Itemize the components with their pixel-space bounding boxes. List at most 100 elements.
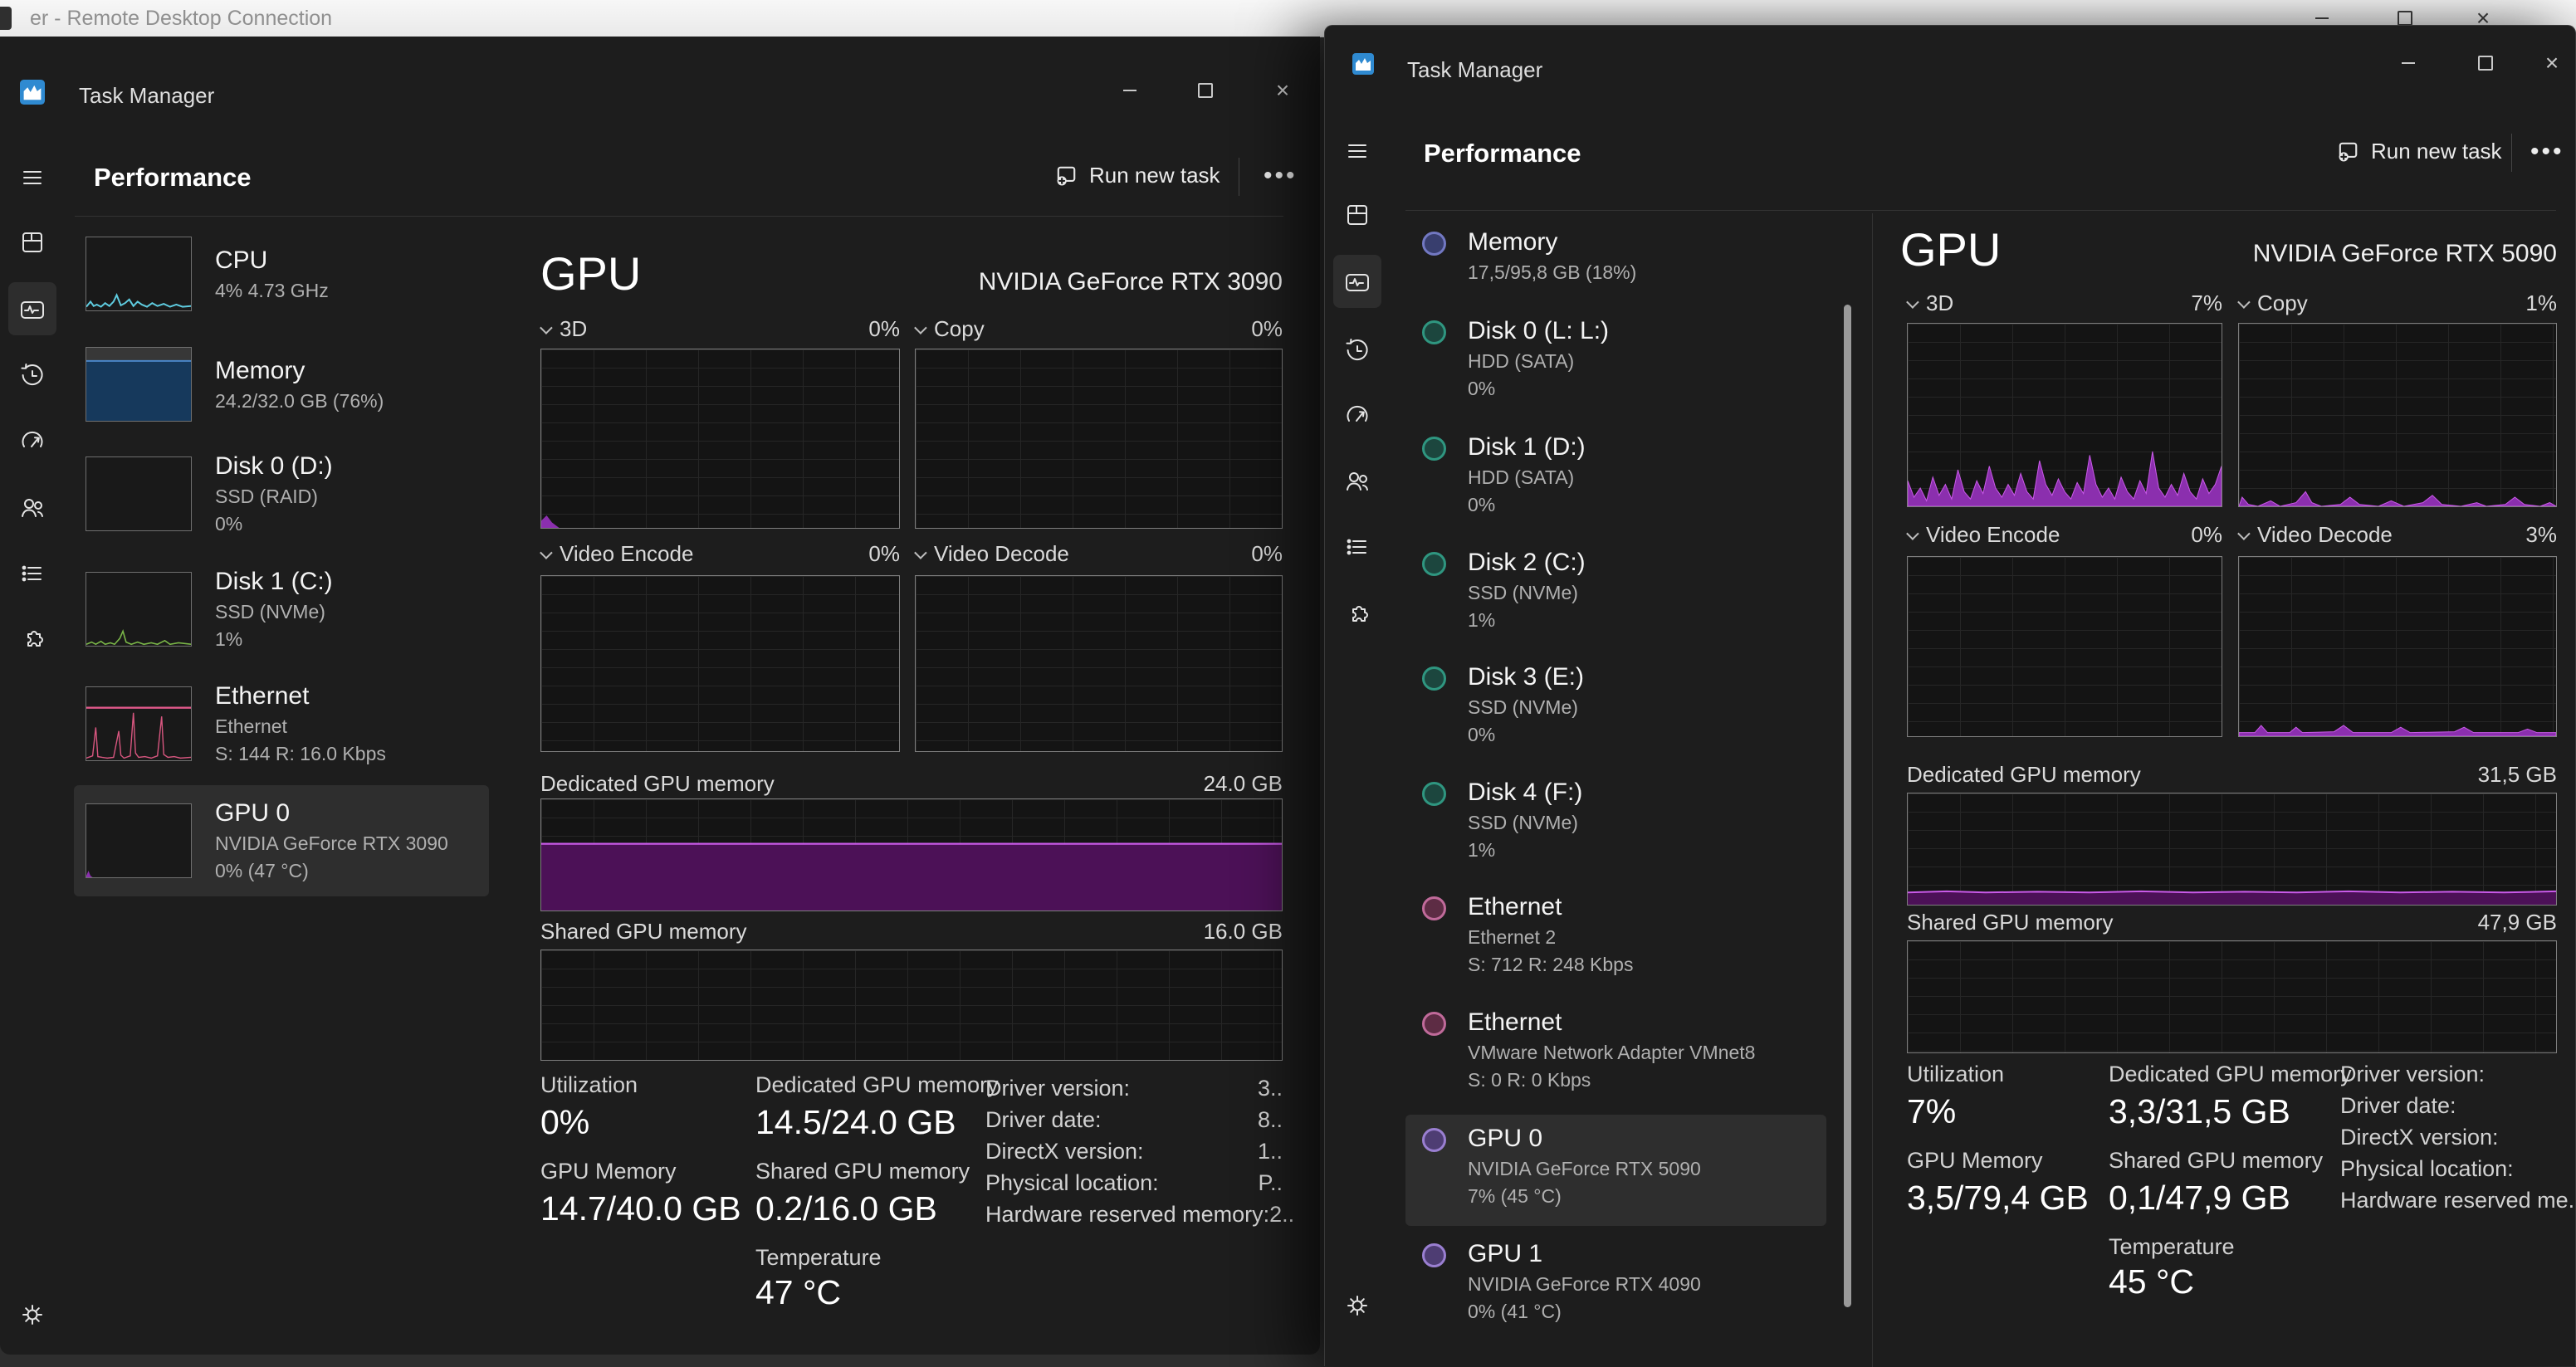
driver-value: 8.. [1258,1107,1283,1133]
item-detail2: 0% [1468,724,1584,746]
nav-users-icon[interactable] [1325,462,1390,500]
chart-3d [1907,323,2222,507]
item-title: Disk 1 (C:) [215,568,333,596]
chart-header-3d[interactable]: 3D 7% [1907,290,2222,316]
sidebar-item-gpu0[interactable]: GPU 0NVIDIA GeForce RTX 50907% (45 °C) [1405,1125,1826,1208]
chart-label: Video Decode [934,541,1069,567]
chart-header-copy[interactable]: Copy 0% [915,316,1283,342]
nav-performance-icon[interactable] [0,290,65,329]
section-label: Shared GPU memory [540,919,747,945]
nav-app-history-icon[interactable] [0,356,65,394]
sidebar-scrollbar[interactable] [1844,305,1851,1307]
capacity-label: 24.0 GB [1204,771,1283,797]
run-new-task-label: Run new task [1089,163,1220,188]
maximize-button[interactable] [1181,71,1229,110]
disk-status-dot [1422,666,1446,691]
nav-startup-apps-icon[interactable] [1325,397,1390,435]
driver-value: 3.. [1258,1076,1283,1101]
sidebar-item-disk4[interactable]: Disk 4 (F:)SSD (NVMe)1% [1405,779,1826,862]
item-detail: SSD (NVMe) [1468,696,1584,719]
hamburger-menu-icon[interactable] [0,159,65,197]
nav-app-history-icon[interactable] [1325,331,1390,369]
chart-label: 3D [1926,290,1953,316]
nav-startup-apps-icon[interactable] [0,422,65,461]
sidebar-item-disk0[interactable]: Disk 0 (L: L:)HDD (SATA)0% [1405,317,1826,400]
chart-video-encode [1907,556,2222,737]
gpu-panel-title: GPU [540,247,641,300]
item-title: Disk 4 (F:) [1468,779,1582,807]
item-detail: SSD (NVMe) [1468,812,1582,834]
chart-label: Copy [2257,290,2308,316]
chart-header-video-decode[interactable]: Video Decode 3% [2238,522,2557,548]
chart-copy [2238,323,2557,507]
sidebar-item-gpu1[interactable]: GPU 1NVIDIA GeForce RTX 40900% (41 °C) [1405,1240,1826,1323]
disk-status-dot [1422,437,1446,461]
run-new-task-button[interactable]: Run new task [2336,139,2502,164]
hamburger-menu-icon[interactable] [1325,132,1390,170]
disk-status-dot [1422,782,1446,806]
run-new-task-icon [1054,164,1078,188]
item-detail2: 0% [215,513,333,535]
sidebar-item-disk1[interactable]: Disk 1 (D:)HDD (SATA)0% [1405,433,1826,516]
chart-header-video-encode[interactable]: Video Encode 0% [1907,522,2222,548]
minimize-button[interactable] [2384,44,2432,82]
run-new-task-button[interactable]: Run new task [1054,163,1220,188]
minimize-button[interactable] [1106,71,1154,110]
capacity-label: 47,9 GB [2478,910,2557,935]
sidebar-item-disk2[interactable]: Disk 2 (C:)SSD (NVMe)1% [1405,549,1826,632]
stat-value-temperature: 45 °C [2109,1262,2194,1301]
stat-label-temperature: Temperature [2109,1234,2235,1260]
gpu-status-dot [1422,1128,1446,1152]
chart-header-3d[interactable]: 3D 0% [540,316,900,342]
nav-services-icon[interactable] [1325,595,1390,633]
driver-row: DirectX version:1.. [985,1139,1283,1164]
stat-label-dedicated: Dedicated GPU memory [2109,1062,2352,1087]
gpu-status-dot [1422,1243,1446,1267]
dedicated-memory-chart [540,798,1283,911]
chart-header-copy[interactable]: Copy 1% [2238,290,2557,316]
settings-gear-icon[interactable] [0,1296,65,1334]
ethernet-status-dot [1422,896,1446,920]
nav-performance-icon[interactable] [1325,263,1390,301]
item-detail2: S: 0 R: 0 Kbps [1468,1069,1755,1091]
item-title: Disk 0 (D:) [215,452,333,481]
nav-users-icon[interactable] [0,489,65,527]
disk-status-dot [1422,320,1446,344]
close-button[interactable]: × [2528,44,2576,82]
chart-percent: 0% [868,316,900,342]
maximize-button[interactable] [2461,44,2510,82]
item-title: Disk 0 (L: L:) [1468,317,1609,345]
sidebar-item-disk1[interactable]: Disk 1 (C:)SSD (NVMe)1% [74,555,489,663]
close-button[interactable]: × [1259,71,1307,110]
sidebar-item-memory[interactable]: Memory17,5/95,8 GB (18%) [1405,228,1826,284]
sidebar-item-ethernet2[interactable]: EthernetVMware Network Adapter VMnet8S: … [1405,1008,1826,1091]
sidebar-item-ethernet[interactable]: EthernetEthernetS: 144 R: 16.0 Kbps [74,670,489,778]
chart-header-video-encode[interactable]: Video Encode 0% [540,541,900,567]
sidebar-item-disk3[interactable]: Disk 3 (E:)SSD (NVMe)0% [1405,663,1826,746]
stat-value-shared: 0,1/47,9 GB [2109,1179,2290,1218]
driver-label: Physical location: [985,1170,1159,1196]
item-detail2: 1% [1468,609,1586,632]
section-label: Dedicated GPU memory [540,771,775,797]
item-detail2: 0% [1468,378,1609,400]
sidebar-item-ethernet1[interactable]: EthernetEthernet 2S: 712 R: 248 Kbps [1405,893,1826,976]
sidebar-item-memory[interactable]: Memory24.2/32.0 GB (76%) [74,330,489,438]
item-title: GPU 0 [215,799,448,828]
nav-details-icon[interactable] [0,554,65,593]
sidebar-item-disk0[interactable]: Disk 0 (D:)SSD (RAID)0% [74,440,489,548]
sidebar-item-gpu0[interactable]: GPU 0NVIDIA GeForce RTX 30900% (47 °C) [74,785,489,896]
nav-processes-icon[interactable] [1325,196,1390,234]
nav-services-icon[interactable] [0,620,65,658]
chart-header-video-decode[interactable]: Video Decode 0% [915,541,1283,567]
stat-value-gpu-memory: 3,5/79,4 GB [1907,1179,2089,1218]
item-title: Disk 2 (C:) [1468,549,1586,577]
item-detail2: S: 712 R: 248 Kbps [1468,954,1633,976]
nav-details-icon[interactable] [1325,528,1390,566]
stat-label-dedicated: Dedicated GPU memory [755,1072,999,1098]
memory-mini-chart [86,347,192,422]
stat-value-utilization: 0% [540,1103,589,1142]
settings-gear-icon[interactable] [1325,1286,1390,1325]
sidebar-item-cpu[interactable]: CPU4% 4.73 GHz [74,220,489,328]
chart-video-decode [2238,556,2557,737]
nav-processes-icon[interactable] [0,223,65,261]
